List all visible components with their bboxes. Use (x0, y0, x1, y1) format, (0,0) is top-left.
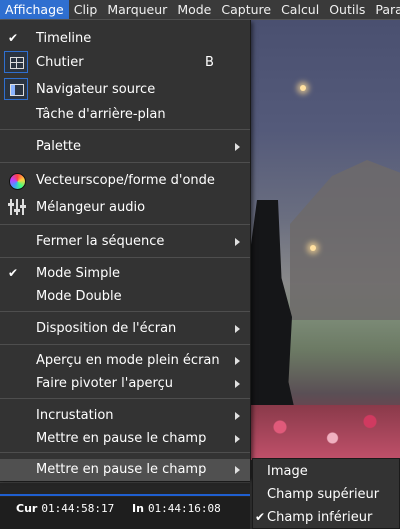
chevron-right-icon (235, 380, 240, 388)
affichage-dropdown: ✔ Timeline Chutier B Navigateur source T… (0, 20, 251, 481)
preview-flowers (250, 405, 400, 460)
menu-label: Fermer la séquence (36, 234, 165, 249)
menu-item-pause-champ[interactable]: Mettre en pause le champ (0, 428, 250, 450)
menubar-mode[interactable]: Mode (172, 0, 216, 19)
chevron-right-icon (235, 238, 240, 246)
menu-item-chutier[interactable]: Chutier B (0, 51, 250, 74)
chevron-right-icon (235, 412, 240, 420)
menu-separator (0, 311, 250, 312)
chevron-right-icon (235, 143, 240, 151)
menu-label: Mode Simple (36, 266, 120, 281)
menu-label: Disposition de l'écran (36, 321, 177, 336)
menu-separator (0, 224, 250, 225)
menu-bar: Affichage Clip Marqueur Mode Capture Cal… (0, 0, 400, 20)
menu-label: Mettre en pause le champ (36, 431, 207, 446)
menu-label: Mélangeur audio (36, 200, 146, 215)
bin-grid-icon (4, 51, 28, 73)
cur-label: Cur (16, 502, 38, 515)
submenu-item-champ-inferieur[interactable]: ✔ Champ inférieur (253, 507, 400, 529)
menu-label: Mode Double (36, 289, 122, 304)
chevron-right-icon (235, 357, 240, 365)
in-value: 01:44:16:08 (147, 502, 221, 515)
menu-item-fermer-sequence[interactable]: Fermer la séquence (0, 231, 250, 253)
menu-item-pivoter-apercu[interactable]: Faire pivoter l'aperçu (0, 373, 250, 395)
checkmark-icon: ✔ (254, 510, 266, 524)
menu-separator (0, 452, 250, 453)
menu-separator (0, 344, 250, 345)
menu-item-tache-arriere-plan[interactable]: Tâche d'arrière-plan (0, 104, 250, 126)
menubar-calcul[interactable]: Calcul (276, 0, 324, 19)
menubar-outils[interactable]: Outils (324, 0, 370, 19)
chevron-right-icon (235, 466, 240, 474)
menu-item-pause-champ-active[interactable]: Mettre en pause le champ (0, 459, 250, 481)
menu-item-incrustation[interactable]: Incrustation (0, 405, 250, 427)
submenu-label: Image (267, 464, 308, 479)
menubar-marqueur[interactable]: Marqueur (102, 0, 172, 19)
timecode-bar: Cur 01:44:58:17 In 01:44:16:08 (0, 480, 250, 529)
video-preview (250, 20, 400, 460)
menu-item-apercu-plein-ecran[interactable]: Aperçu en mode plein écran (0, 350, 250, 372)
chevron-right-icon (235, 435, 240, 443)
menu-separator (0, 398, 250, 399)
menu-item-vecteurscope[interactable]: Vecteurscope/forme d'onde (0, 170, 250, 192)
audio-mixer-icon (8, 199, 26, 215)
timeline-indicator (0, 494, 250, 496)
in-label: In (132, 502, 144, 515)
submenu-item-image[interactable]: Image (253, 461, 400, 483)
in-timecode: In 01:44:16:08 (132, 502, 221, 515)
chevron-right-icon (235, 325, 240, 333)
preview-lamp (310, 245, 316, 251)
menu-label: Vecteurscope/forme d'onde (36, 173, 215, 188)
menubar-capture[interactable]: Capture (216, 0, 276, 19)
menu-label: Faire pivoter l'aperçu (36, 376, 173, 391)
submenu-item-champ-superieur[interactable]: Champ supérieur (253, 484, 400, 506)
submenu-label: Champ inférieur (267, 510, 373, 525)
submenu-label: Champ supérieur (267, 487, 380, 502)
checkmark-icon: ✔ (7, 31, 19, 45)
pause-champ-submenu: Image Champ supérieur ✔ Champ inférieur (252, 458, 400, 529)
menu-item-mode-double[interactable]: Mode Double (0, 286, 250, 308)
menu-separator (0, 162, 250, 163)
menu-item-timeline[interactable]: ✔ Timeline (0, 28, 250, 50)
menu-label: Chutier (36, 55, 84, 70)
preview-hill (290, 160, 400, 320)
menu-item-disposition-ecran[interactable]: Disposition de l'écran (0, 318, 250, 340)
menubar-parametres[interactable]: Paramè (370, 0, 400, 19)
current-timecode: Cur 01:44:58:17 (16, 502, 114, 515)
source-window-icon (4, 78, 28, 100)
menu-label: Navigateur source (36, 82, 156, 97)
menu-label: Tâche d'arrière-plan (36, 107, 166, 122)
menu-item-melangeur-audio[interactable]: Mélangeur audio (0, 197, 250, 219)
cur-value: 01:44:58:17 (41, 502, 115, 515)
menu-item-navigateur-source[interactable]: Navigateur source (0, 78, 250, 101)
menu-shortcut: B (205, 55, 214, 70)
checkmark-icon: ✔ (7, 266, 19, 280)
menubar-affichage[interactable]: Affichage (0, 0, 69, 19)
menu-separator (0, 257, 250, 258)
preview-lamp (300, 85, 306, 91)
menu-label: Aperçu en mode plein écran (36, 353, 220, 368)
menu-label: Timeline (36, 31, 92, 46)
menu-item-palette[interactable]: Palette (0, 136, 250, 158)
menu-label: Incrustation (36, 408, 114, 423)
menu-separator (0, 129, 250, 130)
menu-label: Mettre en pause le champ (36, 462, 207, 477)
vectorscope-icon (9, 173, 26, 190)
menu-label: Palette (36, 139, 82, 154)
menu-item-mode-simple[interactable]: ✔ Mode Simple (0, 263, 250, 285)
menubar-clip[interactable]: Clip (69, 0, 103, 19)
